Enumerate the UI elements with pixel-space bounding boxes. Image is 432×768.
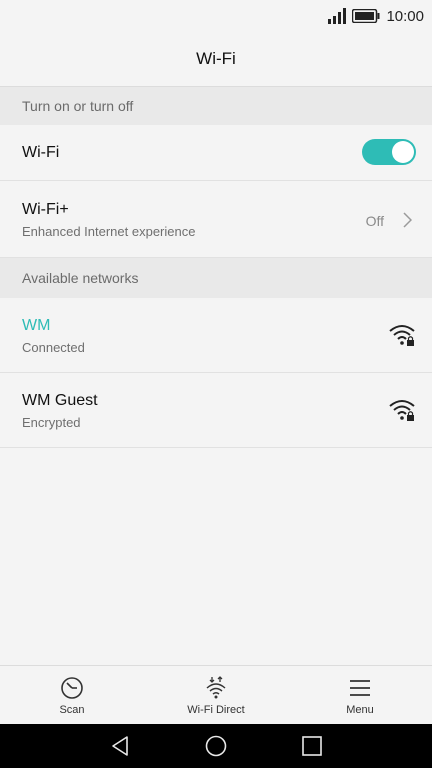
wifi-plus-label: Wi-Fi+ — [22, 201, 69, 218]
network-name: WM — [22, 317, 51, 334]
wifi-toggle-label: Wi-Fi — [22, 144, 60, 161]
wifi-direct-label: Wi-Fi Direct — [187, 704, 245, 716]
navigation-bar — [0, 724, 432, 768]
network-item-wm[interactable]: WM Connected — [0, 298, 432, 373]
toggle-knob — [392, 141, 414, 163]
network-text: WM Connected — [22, 317, 85, 355]
section-label: Turn on or turn off — [22, 98, 134, 114]
network-text: WM Guest Encrypted — [22, 392, 98, 430]
wifi-plus-value: Off — [365, 213, 384, 229]
section-header-networks: Available networks — [0, 258, 432, 298]
scan-button[interactable]: Scan — [0, 666, 144, 725]
wifi-lock-icon — [389, 325, 415, 346]
wifi-lock-icon — [389, 400, 415, 421]
signal-icon — [328, 8, 347, 24]
wifi-direct-button[interactable]: Wi-Fi Direct — [144, 666, 288, 725]
menu-button[interactable]: Menu — [288, 666, 432, 725]
wifi-plus-row[interactable]: Wi-Fi+ Enhanced Internet experience Off — [0, 181, 432, 258]
back-icon[interactable] — [109, 735, 131, 757]
title-bar: Wi-Fi — [0, 32, 432, 87]
scan-label: Scan — [59, 704, 85, 716]
network-name: WM Guest — [22, 392, 98, 409]
page-title: Wi-Fi — [196, 49, 236, 68]
status-indicators: 10:00 — [328, 6, 424, 26]
network-item-wm-guest[interactable]: WM Guest Encrypted — [0, 373, 432, 448]
wifi-toggle-row[interactable]: Wi-Fi — [0, 125, 432, 181]
section-header-toggle: Turn on or turn off — [0, 87, 432, 125]
network-status: Connected — [22, 340, 85, 355]
clock: 10:00 — [386, 7, 424, 25]
bottom-toolbar: Scan Wi-Fi Direct Menu — [0, 665, 432, 725]
battery-icon — [352, 9, 380, 23]
wifi-plus-text: Wi-Fi+ Enhanced Internet experience — [22, 201, 195, 239]
menu-icon — [350, 680, 370, 696]
wifi-direct-icon — [206, 676, 226, 699]
network-status: Encrypted — [22, 415, 81, 430]
chevron-right-icon — [403, 212, 412, 228]
scan-icon — [61, 677, 83, 699]
section-label: Available networks — [22, 270, 139, 286]
home-icon[interactable] — [205, 735, 227, 757]
wifi-plus-subtitle: Enhanced Internet experience — [22, 224, 196, 239]
menu-label: Menu — [346, 704, 374, 716]
status-bar: 10:00 — [0, 0, 432, 32]
wifi-toggle-switch[interactable] — [362, 139, 416, 165]
recents-icon[interactable] — [301, 735, 323, 757]
